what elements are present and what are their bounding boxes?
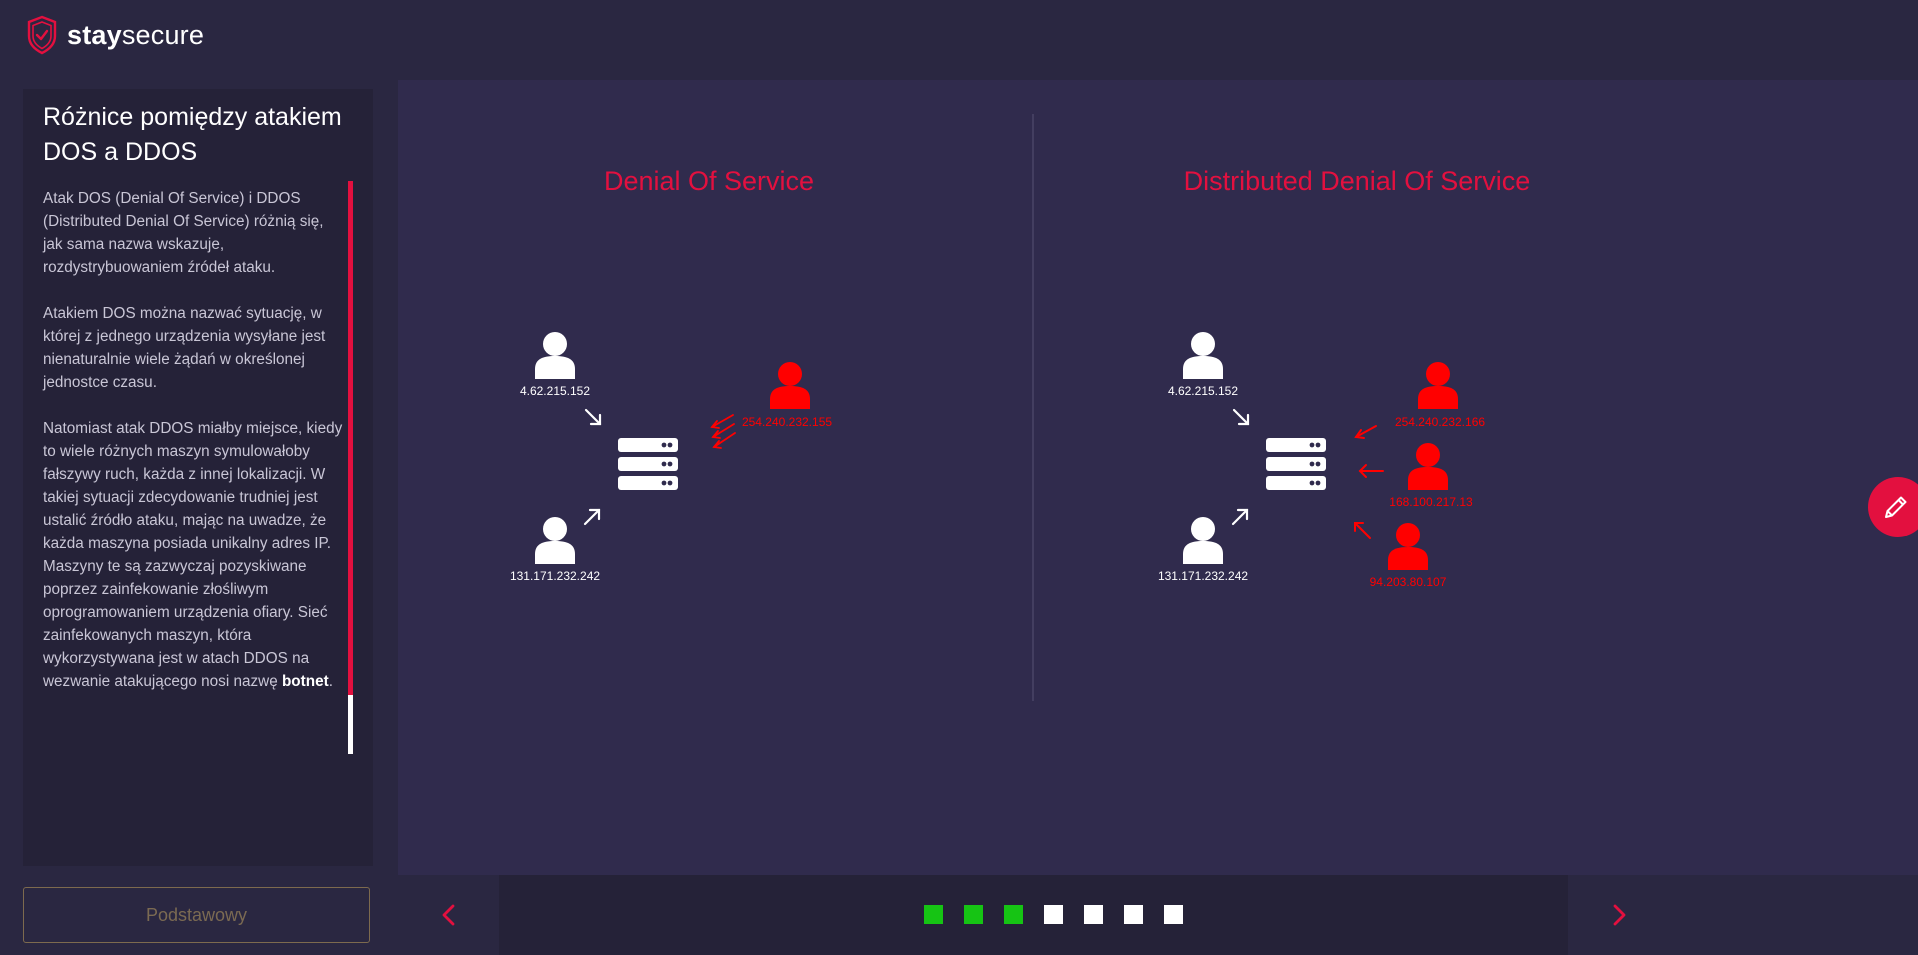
arrow-icon: [584, 408, 602, 426]
attack-arrow-icon: [1358, 464, 1384, 478]
scrollbar[interactable]: [348, 181, 353, 754]
step-indicator[interactable]: [1044, 905, 1063, 924]
user-icon: [1183, 332, 1223, 379]
attacker-icon: [1408, 443, 1448, 490]
step-indicator[interactable]: [1004, 905, 1023, 924]
attack-arrow-icon: [1354, 425, 1377, 439]
step-indicator[interactable]: [1164, 905, 1183, 924]
attack-arrow-icon: [1354, 522, 1371, 539]
attacker-ip-label: 254.240.232.155: [742, 415, 832, 429]
ip-label: 4.62.215.152: [1168, 384, 1238, 398]
dos-diagram: 4.62.215.152 131.171.232.242 254.240.232…: [510, 332, 832, 583]
lesson-text: Atak DOS (Denial Of Service) i DDOS (Dis…: [43, 187, 343, 716]
chevron-right-icon: [1613, 904, 1625, 926]
logo[interactable]: staysecure: [26, 15, 204, 55]
lesson-paragraph: Atakiem DOS można nazwać sytuację, w któ…: [43, 305, 326, 391]
attacker-ip-label: 254.240.232.166: [1395, 415, 1485, 429]
user-icon: [535, 332, 575, 379]
slide-navigation: [398, 875, 1669, 955]
scrollbar-thumb[interactable]: [348, 181, 353, 695]
botnet-term: botnet: [281, 673, 329, 690]
attacker-icon: [1418, 362, 1458, 409]
header: staysecure: [0, 0, 1918, 80]
arrow-icon: [1232, 408, 1250, 426]
pencil-icon: [1885, 496, 1907, 518]
server-icon: [1266, 438, 1326, 490]
step-indicator[interactable]: [964, 905, 983, 924]
ip-label: 4.62.215.152: [520, 384, 590, 398]
attacker-icon: [1388, 523, 1428, 570]
attack-arrows-icon: [710, 414, 736, 449]
ddos-diagram: 4.62.215.152 131.171.232.242 254.240.232…: [1158, 332, 1485, 589]
level-button[interactable]: Podstawowy: [23, 887, 370, 943]
diagram-panel: Denial Of Service Distributed Denial Of …: [398, 80, 1918, 875]
attacker-ip-label: 94.203.80.107: [1370, 575, 1447, 589]
ip-label: 131.171.232.242: [1158, 569, 1248, 583]
user-icon: [1183, 517, 1223, 564]
server-icon: [618, 438, 678, 490]
step-indicator[interactable]: [1084, 905, 1103, 924]
lesson-sidebar: Różnice pomiędzy atakiem DOS a DDOS Atak…: [23, 89, 373, 866]
user-icon: [535, 517, 575, 564]
next-button[interactable]: [1568, 875, 1669, 955]
arrow-icon: [1231, 508, 1249, 526]
lesson-paragraph: Atak DOS (Denial Of Service) i DDOS (Dis…: [43, 190, 324, 276]
logo-text: staysecure: [67, 19, 205, 50]
previous-button[interactable]: [398, 875, 499, 955]
attacker-icon: [770, 362, 810, 409]
lesson-title: Różnice pomiędzy atakiem DOS a DDOS: [43, 103, 342, 166]
step-indicator[interactable]: [924, 905, 943, 924]
chevron-left-icon: [442, 904, 454, 926]
attacker-ip-label: 168.100.217.13: [1389, 495, 1473, 509]
progress-steps: [924, 905, 1204, 924]
step-indicator[interactable]: [1124, 905, 1143, 924]
lesson-paragraph: Natomiast atak DDOS miałby miejsce, kied…: [43, 420, 343, 690]
arrow-icon: [583, 508, 601, 526]
shield-check-icon: [27, 15, 57, 55]
ip-label: 131.171.232.242: [510, 569, 600, 583]
